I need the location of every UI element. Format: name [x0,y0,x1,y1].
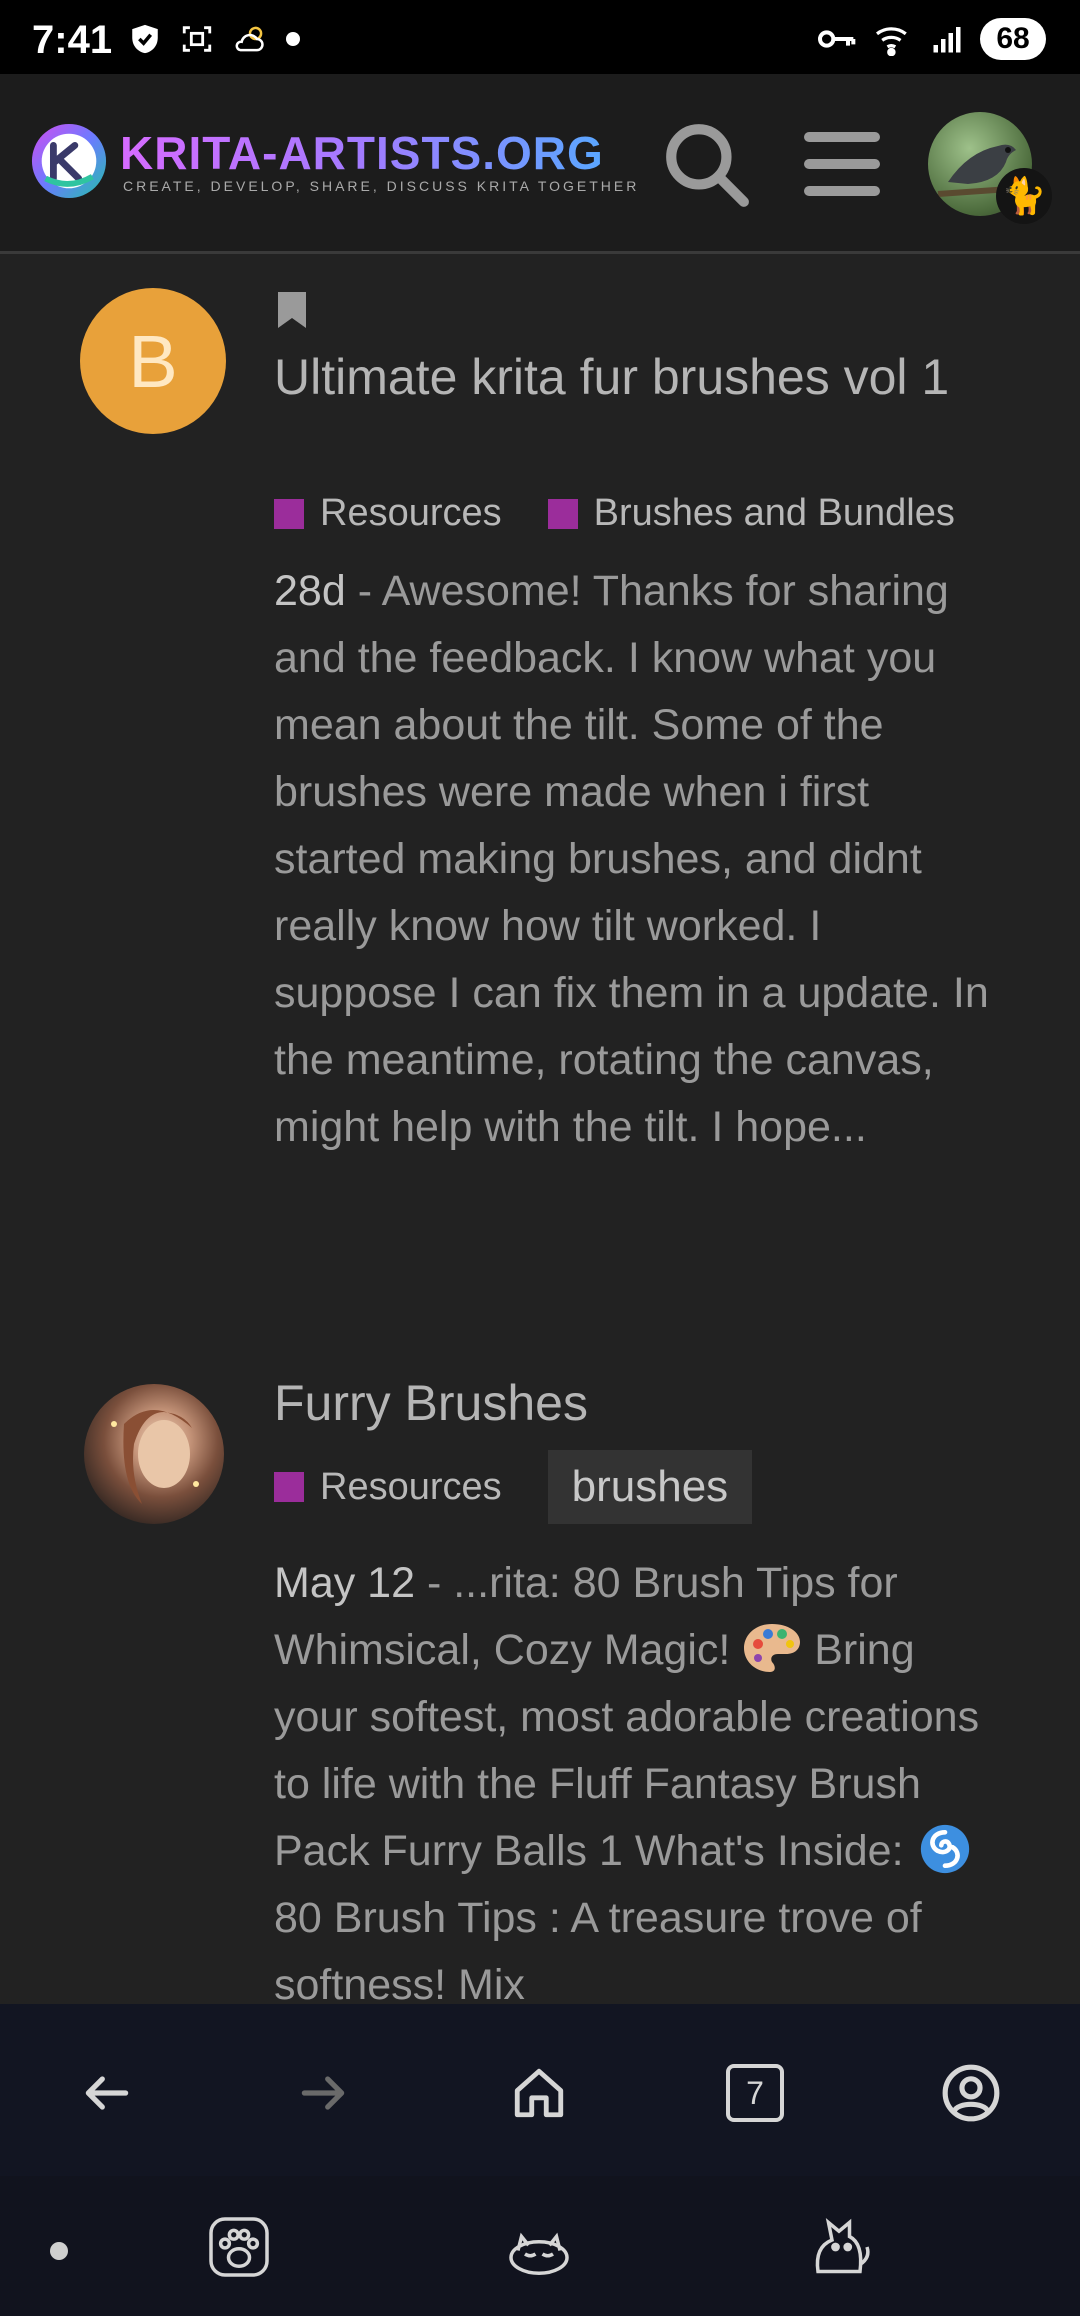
site-brand-title[interactable]: KRITA-ARTISTS.ORG [120,126,604,180]
topic-excerpt[interactable]: May 12 - ...rita: 80 Brush Tips for Whim… [274,1550,994,2019]
category-color-square [547,498,578,529]
portrait-photo-icon [111,1409,199,1504]
category-badge[interactable]: Brushes and Bundles [547,492,955,535]
site-header: KRITA-ARTISTS.ORG CREATE, DEVELOP, SHARE… [0,74,1080,254]
tag-pill[interactable]: brushes [547,1450,753,1524]
arrow-left-icon [85,2076,129,2110]
excerpt-text: 80 Brush Tips : A treasure trove of soft… [274,1894,922,2009]
category-color-square [274,498,304,529]
category-label: Resources [320,1465,502,1508]
category-badge[interactable]: Resources [274,1466,502,1509]
cat-app-icon[interactable] [804,2212,874,2282]
home-button[interactable] [504,2058,574,2128]
krita-logo-icon[interactable] [30,122,108,200]
status-time: 7:41 [32,18,113,62]
tabs-button[interactable]: 7 [720,2058,790,2128]
post-date: May 12 [274,1559,416,1607]
back-button[interactable] [72,2058,142,2128]
screenshot-icon [182,26,212,52]
palette-emoji-icon [744,1624,801,1672]
paw-app-icon[interactable] [204,2212,274,2282]
sleeping-cat-app-icon[interactable] [504,2212,574,2282]
category-label: Brushes and Bundles [593,492,955,534]
shield-check-icon [132,24,158,54]
topic-title[interactable]: Furry Brushes [274,1370,1014,1436]
post-date: 28d [274,567,346,615]
search-icon[interactable] [660,118,752,210]
status-icons-left [128,22,300,56]
status-bar: 7:41 68 [0,0,1080,74]
topic-title[interactable]: Ultimate krita fur brushes vol 1 [274,344,1014,410]
topic-categories: Resources brushes [274,1450,753,1524]
tab-count: 7 [726,2064,784,2122]
hamburger-menu-icon[interactable] [800,124,886,204]
arrow-right-icon [301,2076,345,2110]
avatar[interactable] [84,1384,224,1524]
cyclone-emoji-icon [921,1824,970,1874]
home-icon [514,2068,564,2118]
topic-categories: Resources Brushes and Bundles [274,492,955,535]
battery-indicator: 68 [980,18,1046,60]
notification-dot-icon [286,32,300,46]
excerpt-text: - Awesome! Thanks for sharing and the fe… [274,567,989,1151]
avatar[interactable]: B [80,288,226,434]
account-button[interactable] [936,2058,1006,2128]
wifi-icon [876,27,907,56]
bookmark-icon[interactable] [276,290,308,330]
forward-button[interactable] [288,2058,358,2128]
signal-icon [933,27,961,53]
category-badge[interactable]: Resources [274,492,502,535]
cat-status-badge: 🐈 [996,168,1052,224]
vpn-key-icon [818,30,856,48]
category-label: Resources [320,492,502,534]
page-indicator-dot [50,2242,68,2260]
account-circle-icon [942,2064,1000,2122]
browser-toolbar: 7 [0,2004,1080,2176]
app-dock [0,2176,1080,2316]
site-tagline: CREATE, DEVELOP, SHARE, DISCUSS KRITA TO… [123,178,640,194]
category-color-square [274,1472,304,1502]
weather-partly-cloudy-icon [235,26,264,52]
topic-excerpt[interactable]: 28d - Awesome! Thanks for sharing and th… [274,558,994,1161]
status-icons-right: 68 [816,18,1046,60]
